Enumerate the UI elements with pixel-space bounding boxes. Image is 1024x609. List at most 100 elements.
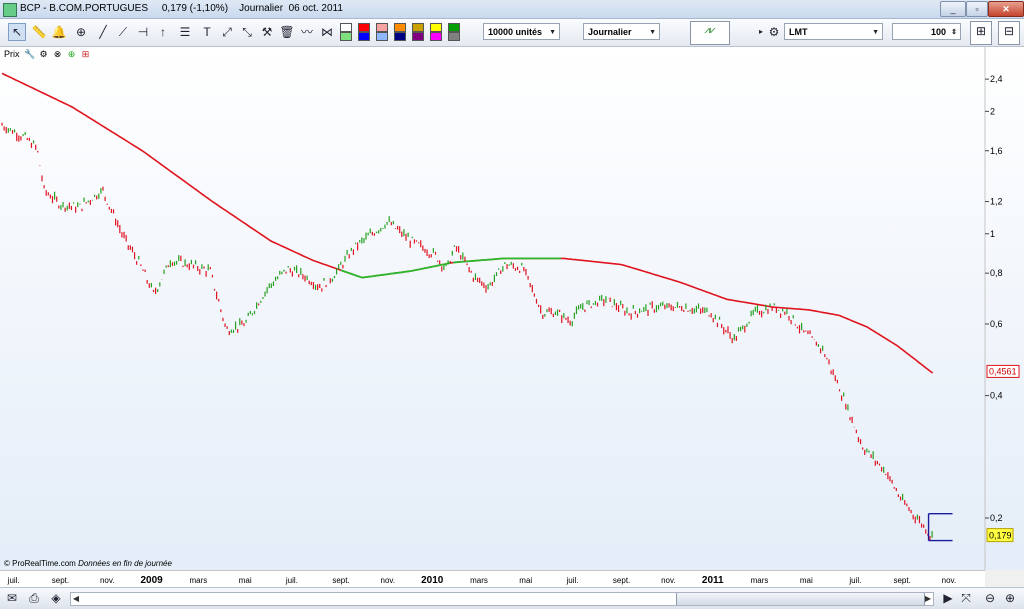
quantity-input-value: 100 — [930, 27, 946, 37]
color-swatch[interactable] — [394, 23, 406, 32]
chart-type-button[interactable]: ⩘⩗ — [690, 21, 730, 45]
order-type-dropdown[interactable]: LMT ▼ — [784, 23, 883, 40]
x-tick-label: juil. — [7, 576, 20, 585]
y-tick-label: 0,2 — [990, 513, 1003, 523]
bottom-toolbar: ✉ ⎙ ◈ ◀ ▶ ▶ ⤧ ⊖ ⊕ — [0, 587, 1024, 609]
order-tool-icon[interactable]: ⚙ — [765, 23, 783, 41]
color-swatch[interactable] — [412, 32, 424, 41]
x-tick-label: 2011 — [702, 575, 724, 586]
color-swatch[interactable] — [340, 32, 352, 41]
fibonacci-tool-icon[interactable]: ⤢ — [218, 23, 236, 41]
x-tick-label: mars — [470, 576, 488, 585]
color-swatch[interactable] — [394, 32, 406, 41]
quantity-dropdown[interactable]: 10000 unités ▼ — [483, 23, 560, 40]
y-tick-label: 0,6 — [990, 319, 1003, 329]
color-swatch[interactable] — [340, 23, 352, 32]
zoom-tool-icon[interactable]: ⊕ — [72, 23, 90, 41]
title-bar: BCP - B.COM.PORTUGUES 0,179 (-1,10%) Jou… — [0, 0, 1024, 19]
alert-bell-icon[interactable]: 🔔 — [50, 23, 68, 41]
ray-tool-icon[interactable]: ⟋ — [114, 23, 132, 41]
x-tick-label: mai — [239, 576, 252, 585]
moving-average-up-segment — [340, 262, 452, 279]
x-tick-label: nov. — [381, 576, 396, 585]
chart-area[interactable]: 2,4 2 1,6 1,2 1 0,8 0,6 0,4 0,2 0,4561 0,179 — [0, 47, 1024, 570]
moving-average-up-segment — [453, 257, 561, 264]
y-tick-label: 1 — [990, 229, 995, 239]
add-indicator-icon[interactable]: ⊞ — [80, 49, 91, 60]
mail-icon[interactable]: ✉ — [4, 591, 20, 606]
chevron-down-icon: ▼ — [649, 29, 656, 36]
quantity-value: 10000 unités — [488, 27, 543, 37]
text-tool-icon[interactable]: T — [198, 23, 216, 41]
x-tick-label: mai — [519, 576, 532, 585]
spinner-icon[interactable]: ⇕ — [951, 24, 957, 41]
hammer-icon[interactable]: ⚒ — [258, 23, 276, 41]
x-axis-bar: juil. sept. nov. 2009 mars mai juil. sept. nov. 2… — [0, 570, 985, 588]
app-icon — [3, 3, 17, 17]
chart-footer-note: © ProRealTime.com Données en fin de jour… — [4, 559, 172, 568]
y-tick-label: 2 — [990, 106, 995, 116]
ma-value-label: 0,4561 — [989, 366, 1017, 376]
wrench-icon[interactable]: 🔧 — [24, 49, 35, 60]
order-type-value: LMT — [789, 27, 808, 37]
color-swatch[interactable] — [376, 32, 388, 41]
scrollbar-thumb[interactable] — [676, 593, 925, 605]
pattern-tool-icon[interactable]: ⋈ — [318, 23, 336, 41]
moving-average-line — [1, 72, 934, 374]
y-tick-label: 2,4 — [990, 74, 1003, 84]
scroll-right-icon[interactable]: ▶ — [923, 593, 933, 605]
play-icon[interactable]: ▶ — [940, 591, 956, 606]
trash-icon[interactable]: 🗑 — [278, 23, 296, 41]
horizontal-scrollbar[interactable]: ◀ ▶ — [70, 592, 934, 606]
print-icon[interactable]: ⎙ — [26, 591, 42, 606]
x-tick-label: sept. — [613, 576, 630, 585]
wave-tool-icon[interactable]: 〰 — [298, 23, 316, 41]
close-button[interactable]: ✕ — [988, 1, 1024, 17]
vertical-line-icon[interactable]: ↑ — [154, 23, 172, 41]
color-swatch[interactable] — [376, 23, 388, 32]
color-swatch[interactable] — [430, 23, 442, 32]
x-tick-label: juil. — [848, 576, 861, 585]
x-tick-label: juil. — [565, 576, 578, 585]
line-tool-icon[interactable]: ╱ — [94, 23, 112, 41]
buy-button[interactable]: ⊞ — [970, 21, 992, 45]
scroll-left-icon[interactable]: ◀ — [71, 593, 81, 605]
fit-icon[interactable]: ⤧ — [958, 591, 974, 606]
y-tick-label: 1,2 — [990, 197, 1003, 207]
x-tick-label: mai — [800, 576, 813, 585]
add-up-icon[interactable]: ⊕ — [66, 49, 77, 60]
horizontal-line-icon[interactable]: ⊣ — [134, 23, 152, 41]
x-tick-label: nov. — [942, 576, 957, 585]
y-tick-label: 0,8 — [990, 268, 1003, 278]
settings-icon[interactable]: ⚙ — [38, 49, 49, 60]
x-tick-label: sept. — [332, 576, 349, 585]
ruler-tool-icon[interactable]: 📏 — [30, 23, 48, 41]
minimize-button[interactable]: _ — [940, 1, 966, 17]
restore-button[interactable]: ▫ — [966, 1, 988, 17]
fan-tool-icon[interactable]: ⤡ — [238, 23, 256, 41]
color-swatch[interactable] — [358, 32, 370, 41]
crosshair-icon[interactable]: ◈ — [48, 591, 64, 606]
x-tick-label: mars — [190, 576, 208, 585]
y-tick-label: 1,6 — [990, 146, 1003, 156]
color-swatch[interactable] — [358, 23, 370, 32]
price-value-label: 0,179 — [989, 531, 1012, 541]
close-panel-icon[interactable]: ⊗ — [52, 49, 63, 60]
quantity-input[interactable]: 100 ⇕ — [892, 23, 961, 40]
drawing-toolbar: ↖ 📏 🔔 ⊕ ╱ ⟋ ⊣ ↑ ☰ T ⤢ ⤡ ⚒ 🗑 〰 ⋈ 10000 un… — [0, 19, 1024, 47]
data-note: Données en fin de journée — [78, 559, 172, 568]
period-dropdown[interactable]: Journalier ▼ — [583, 23, 660, 40]
color-swatch[interactable] — [448, 23, 460, 32]
color-swatch[interactable] — [430, 32, 442, 41]
price-chart[interactable]: 2,4 2 1,6 1,2 1 0,8 0,6 0,4 0,2 0,4561 0,179 — [0, 47, 1024, 570]
channel-tool-icon[interactable]: ☰ — [176, 23, 194, 41]
zoom-out-icon[interactable]: ⊖ — [982, 591, 998, 606]
color-swatch[interactable] — [412, 23, 424, 32]
zoom-in-icon[interactable]: ⊕ — [1002, 591, 1018, 606]
cursor-tool-icon[interactable]: ↖ — [8, 23, 26, 41]
x-tick-label: nov. — [661, 576, 676, 585]
panel-label: Prix — [4, 49, 20, 59]
sell-button[interactable]: ⊟ — [998, 21, 1020, 45]
color-swatch[interactable] — [448, 32, 460, 41]
x-tick-label: juil. — [285, 576, 298, 585]
